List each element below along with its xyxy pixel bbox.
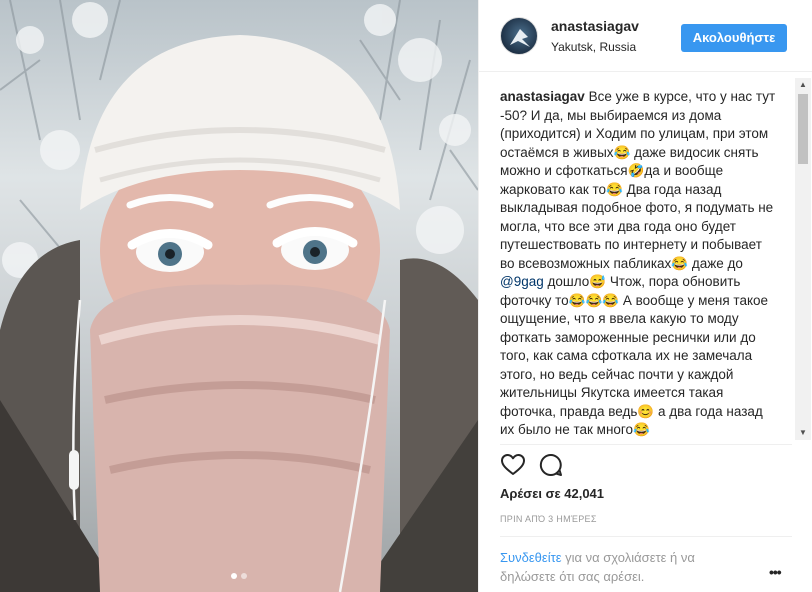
scrollbar-thumb[interactable]: [798, 94, 808, 164]
frozen-selfie-image: [0, 0, 478, 592]
more-options-icon[interactable]: •••: [769, 564, 782, 580]
likes-count[interactable]: Αρέσει σε 42,041: [500, 486, 604, 501]
carousel-dot[interactable]: [241, 573, 247, 579]
post-photo[interactable]: [0, 0, 478, 592]
caption-text: Все уже в курсе, что у нас тут -50? И да…: [500, 89, 776, 271]
bird-icon: [510, 29, 530, 47]
avatar[interactable]: [500, 17, 538, 55]
caption-username[interactable]: anastasiagav: [500, 89, 585, 104]
caption-scrollbar[interactable]: ▲ ▼: [795, 78, 811, 440]
carousel-indicator: [0, 566, 478, 584]
login-link[interactable]: Συνδεθείτε: [500, 550, 562, 565]
post-side-panel: anastasiagav Yakutsk, Russia Ακολουθήστε…: [478, 0, 812, 592]
follow-button[interactable]: Ακολουθήστε: [681, 24, 787, 52]
carousel-dot-active[interactable]: [231, 573, 237, 579]
caption-text-continued: дошло😅 Чтож, пора обновить фоточку то😂😂😂…: [500, 274, 769, 437]
location-link[interactable]: Yakutsk, Russia: [551, 40, 636, 54]
divider: [500, 536, 792, 537]
scroll-up-arrow-icon[interactable]: ▲: [795, 78, 811, 92]
username-link[interactable]: anastasiagav: [551, 18, 639, 34]
divider: [500, 444, 792, 445]
heart-icon[interactable]: [500, 452, 526, 483]
scroll-down-arrow-icon[interactable]: ▼: [795, 426, 811, 440]
post-header: anastasiagav Yakutsk, Russia Ακολουθήστε: [479, 0, 812, 72]
mention-link[interactable]: @9gag: [500, 274, 544, 289]
login-to-comment: Συνδεθείτε για να σχολιάσετε ή να δηλώσε…: [500, 548, 750, 586]
comment-icon[interactable]: [538, 452, 564, 483]
caption: anastasiagav Все уже в курсе, что у нас …: [500, 88, 776, 444]
post-timestamp[interactable]: ΠΡΙΝ ΑΠΌ 3 ΗΜΈΡΕΣ: [500, 514, 597, 524]
